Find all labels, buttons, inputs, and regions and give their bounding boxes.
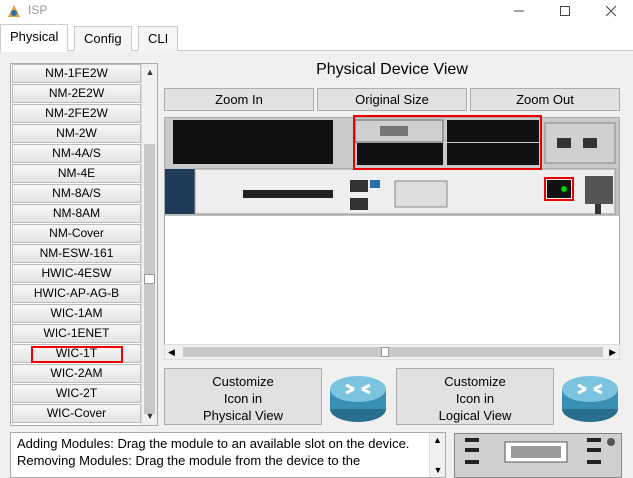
tab-config[interactable]: Config [74, 26, 132, 51]
maximize-button[interactable] [542, 0, 588, 22]
wic-1t-module-icon [455, 434, 621, 477]
tab-cli[interactable]: CLI [138, 26, 179, 51]
packet-tracer-app-icon [8, 5, 20, 17]
window-title: ISP [28, 3, 48, 17]
router-physical-icon [330, 376, 386, 422]
customize-logical-line3: Logical View [438, 408, 512, 423]
module-item[interactable]: NM-2FE2W [12, 104, 141, 123]
maximize-icon [560, 6, 570, 16]
tab-physical[interactable]: Physical [0, 24, 69, 52]
module-list-scrollbar[interactable]: ▲ ▼ [141, 64, 157, 425]
module-item[interactable]: NM-Cover [12, 224, 141, 243]
module-item[interactable]: NM-2E2W [12, 84, 141, 103]
module-item[interactable]: HWIC-4ESW [12, 264, 141, 283]
customize-physical-line2: Icon in [223, 391, 263, 406]
close-button[interactable] [588, 0, 633, 22]
zoom-in-button[interactable]: Zoom In [164, 88, 314, 111]
router-logical-icon [562, 376, 618, 422]
scroll-right-icon[interactable]: ▶ [609, 345, 616, 359]
open-slots-highlight [353, 115, 542, 170]
module-item[interactable]: HWIC-AP-AG-B [12, 284, 141, 303]
minimize-button[interactable] [496, 0, 542, 22]
hscroll-thumb[interactable] [183, 347, 603, 357]
tab-strip: Physical Config CLI [0, 24, 633, 52]
module-item[interactable]: NM-4A/S [12, 144, 141, 163]
minimize-icon [514, 10, 524, 12]
customize-logical-line1: Customize [444, 374, 506, 389]
module-item[interactable]: WIC-2AM [12, 364, 141, 383]
info-scrollbar[interactable]: ▲ ▼ [429, 433, 445, 477]
module-item[interactable]: NM-1FE2W [12, 64, 141, 83]
device-view-title: Physical Device View [316, 61, 468, 78]
title-bar: ISP [0, 0, 633, 22]
customize-physical-icon-button[interactable]: Customize Icon in Physical View [164, 368, 322, 425]
module-info-text: Adding Modules: Drag the module to an av… [10, 432, 446, 478]
module-item[interactable]: NM-8A/S [12, 184, 141, 203]
module-list: NM-1FE2W NM-2E2W NM-2FE2W NM-2W NM-4A/S NM-4E… [10, 63, 158, 426]
selected-module-highlight [31, 346, 123, 363]
info-scroll-up-icon[interactable]: ▲ [430, 433, 445, 447]
customize-physical-line3: Physical View [203, 408, 283, 423]
scroll-left-icon[interactable]: ◀ [168, 345, 175, 359]
scroll-up-icon[interactable]: ▲ [142, 64, 157, 81]
module-item[interactable]: WIC-1AM [12, 304, 141, 323]
info-text-cut-line: Removing Modules: Drag the module from t… [17, 453, 361, 468]
module-item[interactable]: NM-ESW-161 [12, 244, 141, 263]
module-item[interactable]: WIC-2T [12, 384, 141, 403]
hscroll-grip [381, 347, 389, 357]
close-icon [605, 5, 617, 17]
module-item[interactable]: WIC-1ENET [12, 324, 141, 343]
power-switch-highlight[interactable] [544, 177, 574, 201]
module-item[interactable]: NM-2W [12, 124, 141, 143]
device-view-hscrollbar[interactable]: ◀ ▶ [164, 344, 620, 360]
scroll-grip [144, 274, 155, 284]
module-item[interactable]: NM-8AM [12, 204, 141, 223]
customize-logical-icon-button[interactable]: Customize Icon in Logical View [396, 368, 554, 425]
scroll-down-icon[interactable]: ▼ [142, 408, 157, 425]
info-scroll-down-icon[interactable]: ▼ [430, 463, 445, 477]
original-size-button[interactable]: Original Size [317, 88, 467, 111]
customize-logical-line2: Icon in [455, 391, 495, 406]
customize-physical-line1: Customize [212, 374, 274, 389]
module-item[interactable]: NM-4E [12, 164, 141, 183]
module-preview-image [454, 433, 622, 478]
zoom-out-button[interactable]: Zoom Out [470, 88, 620, 111]
info-text-line: Adding Modules: Drag the module to an av… [17, 436, 410, 451]
module-item[interactable]: WIC-Cover [12, 404, 141, 423]
